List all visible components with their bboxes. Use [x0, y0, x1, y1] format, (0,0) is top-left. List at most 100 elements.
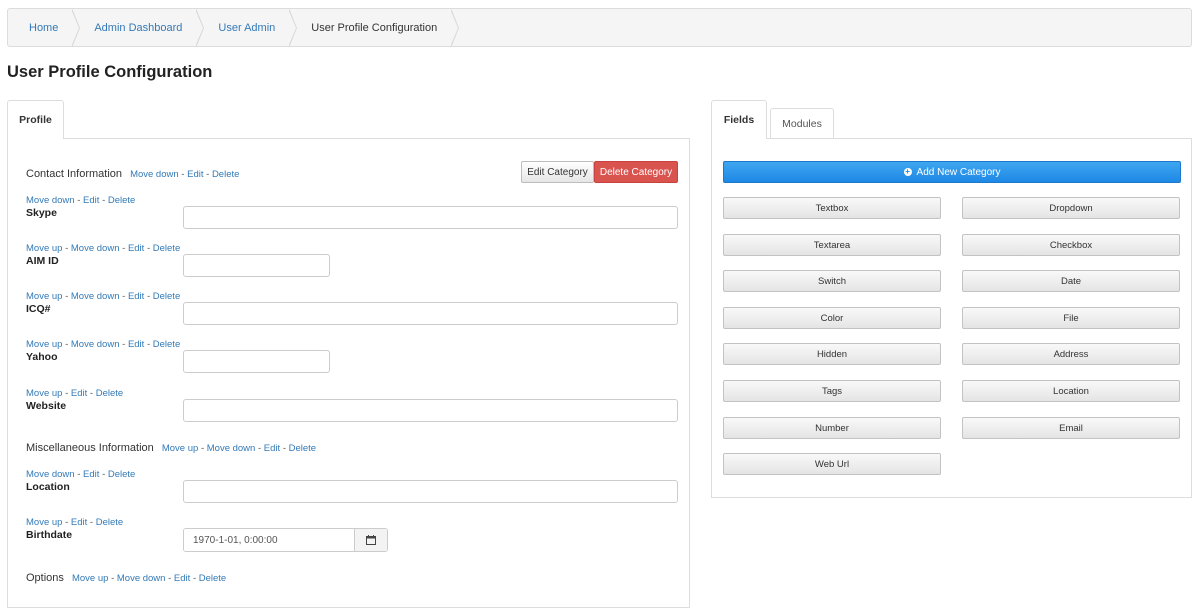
breadcrumb-label: User Admin	[218, 21, 276, 34]
edit-link[interactable]: Edit	[71, 517, 87, 528]
move-down-link[interactable]: Move down	[71, 243, 120, 254]
move-up-link[interactable]: Move up	[26, 517, 62, 528]
field-type-textarea[interactable]: Textarea	[723, 234, 941, 256]
birthdate-input[interactable]	[184, 529, 354, 551]
field-type-label: Address	[1053, 348, 1089, 360]
edit-link[interactable]: Edit	[128, 339, 144, 350]
field-label-aim: AIM ID	[26, 255, 59, 267]
move-down-link[interactable]: Move down	[130, 169, 179, 180]
field-type-file[interactable]: File	[962, 307, 1180, 329]
move-up-link[interactable]: Move up	[26, 243, 62, 254]
field-type-number[interactable]: Number	[723, 417, 941, 439]
delete-link[interactable]: Delete	[108, 469, 135, 480]
move-down-link[interactable]: Move down	[117, 573, 166, 584]
link-separator: -	[206, 169, 210, 180]
yahoo-input[interactable]	[183, 350, 330, 373]
link-separator: -	[102, 469, 106, 480]
field-type-color[interactable]: Color	[723, 307, 941, 329]
website-input[interactable]	[183, 399, 678, 422]
delete-link[interactable]: Delete	[153, 339, 180, 350]
link-separator: -	[192, 573, 197, 584]
edit-link[interactable]: Edit	[71, 388, 87, 399]
tab-label: Modules	[782, 117, 822, 130]
location-input[interactable]	[183, 480, 678, 503]
field-type-switch[interactable]: Switch	[723, 270, 941, 292]
edit-category-button[interactable]: Edit Category	[521, 161, 594, 183]
move-down-link[interactable]: Move down	[71, 339, 120, 350]
edit-link[interactable]: Edit	[128, 243, 144, 254]
delete-link[interactable]: Delete	[153, 243, 180, 254]
field-label-website: Website	[26, 400, 67, 412]
field-type-tags[interactable]: Tags	[723, 380, 941, 402]
link-separator: -	[77, 195, 81, 206]
delete-link[interactable]: Delete	[153, 291, 180, 302]
field-type-label: Location	[1053, 385, 1089, 397]
field-type-label: Color	[820, 312, 844, 324]
link-separator: -	[257, 443, 262, 454]
aim-input[interactable]	[183, 254, 330, 277]
field-type-hidden[interactable]: Hidden	[723, 343, 941, 365]
delete-link[interactable]: Delete	[289, 443, 316, 454]
breadcrumb-home[interactable]: Home	[8, 9, 81, 46]
edit-link[interactable]: Edit	[83, 195, 99, 206]
link-separator: -	[122, 243, 126, 254]
move-up-link[interactable]: Move up	[162, 443, 198, 454]
field-actions-yahoo: Move up - Move down - Edit - Delete	[26, 339, 180, 350]
calendar-button[interactable]	[354, 529, 387, 551]
move-up-link[interactable]: Move up	[26, 339, 62, 350]
breadcrumb-user-admin[interactable]: User Admin	[196, 9, 298, 46]
field-type-web-url[interactable]: Web Url	[723, 453, 941, 475]
field-label-icq: ICQ#	[26, 303, 51, 315]
field-type-label: Textbox	[815, 202, 849, 214]
link-separator: -	[200, 443, 205, 454]
move-down-link[interactable]: Move down	[71, 291, 120, 302]
link-separator: -	[111, 573, 115, 584]
field-type-checkbox[interactable]: Checkbox	[962, 234, 1180, 256]
plus-circle-icon: +	[903, 167, 912, 176]
tab-fields[interactable]: Fields	[711, 100, 767, 139]
move-down-link[interactable]: Move down	[26, 195, 75, 206]
field-type-email[interactable]: Email	[962, 417, 1180, 439]
link-separator: -	[77, 469, 81, 480]
delete-category-button[interactable]: Delete Category	[594, 161, 678, 183]
edit-link[interactable]: Edit	[187, 169, 203, 180]
field-type-label: Web Url	[814, 458, 850, 470]
field-type-textbox[interactable]: Textbox	[723, 197, 941, 219]
move-down-link[interactable]: Move down	[26, 469, 75, 480]
tab-modules[interactable]: Modules	[770, 108, 834, 138]
move-up-link[interactable]: Move up	[26, 291, 62, 302]
add-new-category-button[interactable]: + Add New Category	[723, 161, 1181, 183]
field-type-label: Checkbox	[1049, 239, 1093, 251]
field-type-dropdown[interactable]: Dropdown	[962, 197, 1180, 219]
tab-profile[interactable]: Profile	[7, 100, 64, 139]
link-separator: -	[89, 517, 94, 528]
breadcrumb-label: Admin Dashboard	[94, 21, 183, 34]
skype-input[interactable]	[183, 206, 678, 229]
birthdate-picker	[183, 528, 388, 552]
move-up-link[interactable]: Move up	[26, 388, 62, 399]
field-type-address[interactable]: Address	[962, 343, 1180, 365]
delete-link[interactable]: Delete	[212, 169, 239, 180]
button-label: Delete Category	[599, 166, 673, 178]
field-type-location[interactable]: Location	[962, 380, 1180, 402]
breadcrumb-admin-dashboard[interactable]: Admin Dashboard	[72, 9, 205, 46]
link-separator: -	[65, 291, 69, 302]
move-down-link[interactable]: Move down	[207, 443, 256, 454]
calendar-icon	[366, 535, 376, 545]
icq-input[interactable]	[183, 302, 678, 325]
edit-link[interactable]: Edit	[264, 443, 280, 454]
delete-link[interactable]: Delete	[96, 388, 123, 399]
field-actions-skype: Move down - Edit - Delete	[26, 195, 135, 206]
edit-link[interactable]: Edit	[174, 573, 190, 584]
move-up-link[interactable]: Move up	[72, 573, 108, 584]
link-separator: -	[122, 339, 126, 350]
field-type-label: Number	[815, 422, 849, 434]
edit-link[interactable]: Edit	[128, 291, 144, 302]
edit-link[interactable]: Edit	[83, 469, 99, 480]
field-type-date[interactable]: Date	[962, 270, 1180, 292]
delete-link[interactable]: Delete	[96, 517, 123, 528]
delete-link[interactable]: Delete	[108, 195, 135, 206]
field-actions-icq: Move up - Move down - Edit - Delete	[26, 291, 180, 302]
delete-link[interactable]: Delete	[199, 573, 226, 584]
breadcrumb: Home Admin Dashboard User Admin User Pro…	[7, 8, 1192, 47]
